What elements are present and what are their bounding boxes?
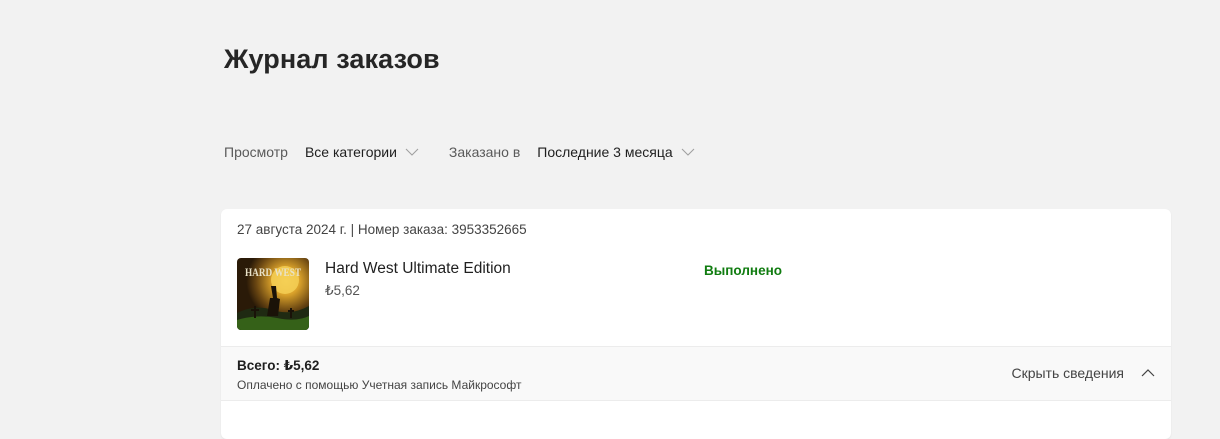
chevron-down-icon [681, 148, 695, 156]
hide-details-button[interactable]: Скрыть сведения [1011, 365, 1155, 381]
order-card: 27 августа 2024 г. | Номер заказа: 39533… [221, 209, 1171, 439]
order-meta: 27 августа 2024 г. | Номер заказа: 39533… [237, 222, 527, 237]
order-total: Всего: ₺5,62 [237, 358, 320, 373]
order-status: Выполнено [704, 263, 782, 278]
ordered-filter-label: Заказано в [448, 144, 521, 160]
product-thumbnail[interactable]: HARD WEST [237, 258, 309, 330]
filter-bar: Просмотр Все категории Заказано в Послед… [224, 141, 695, 163]
view-filter-label: Просмотр [224, 144, 288, 160]
payment-method: Оплачено с помощью Учетная запись Майкро… [237, 378, 522, 392]
product-title[interactable]: Hard West Ultimate Edition [325, 260, 511, 278]
category-dropdown[interactable]: Все категории [305, 144, 419, 160]
chevron-up-icon [1141, 369, 1155, 377]
game-cover-image: HARD WEST [237, 258, 309, 330]
cover-logo-text: HARD WEST [245, 265, 301, 279]
category-dropdown-value: Все категории [304, 144, 397, 160]
period-dropdown[interactable]: Последние 3 месяца [537, 144, 695, 160]
period-dropdown-value: Последние 3 месяца [537, 144, 673, 160]
order-summary: Всего: ₺5,62 Оплачено с помощью Учетная … [221, 346, 1171, 401]
chevron-down-icon [405, 148, 419, 156]
hide-details-label: Скрыть сведения [1011, 365, 1124, 381]
page-title: Журнал заказов [224, 44, 440, 74]
product-price: ₺5,62 [325, 283, 360, 298]
